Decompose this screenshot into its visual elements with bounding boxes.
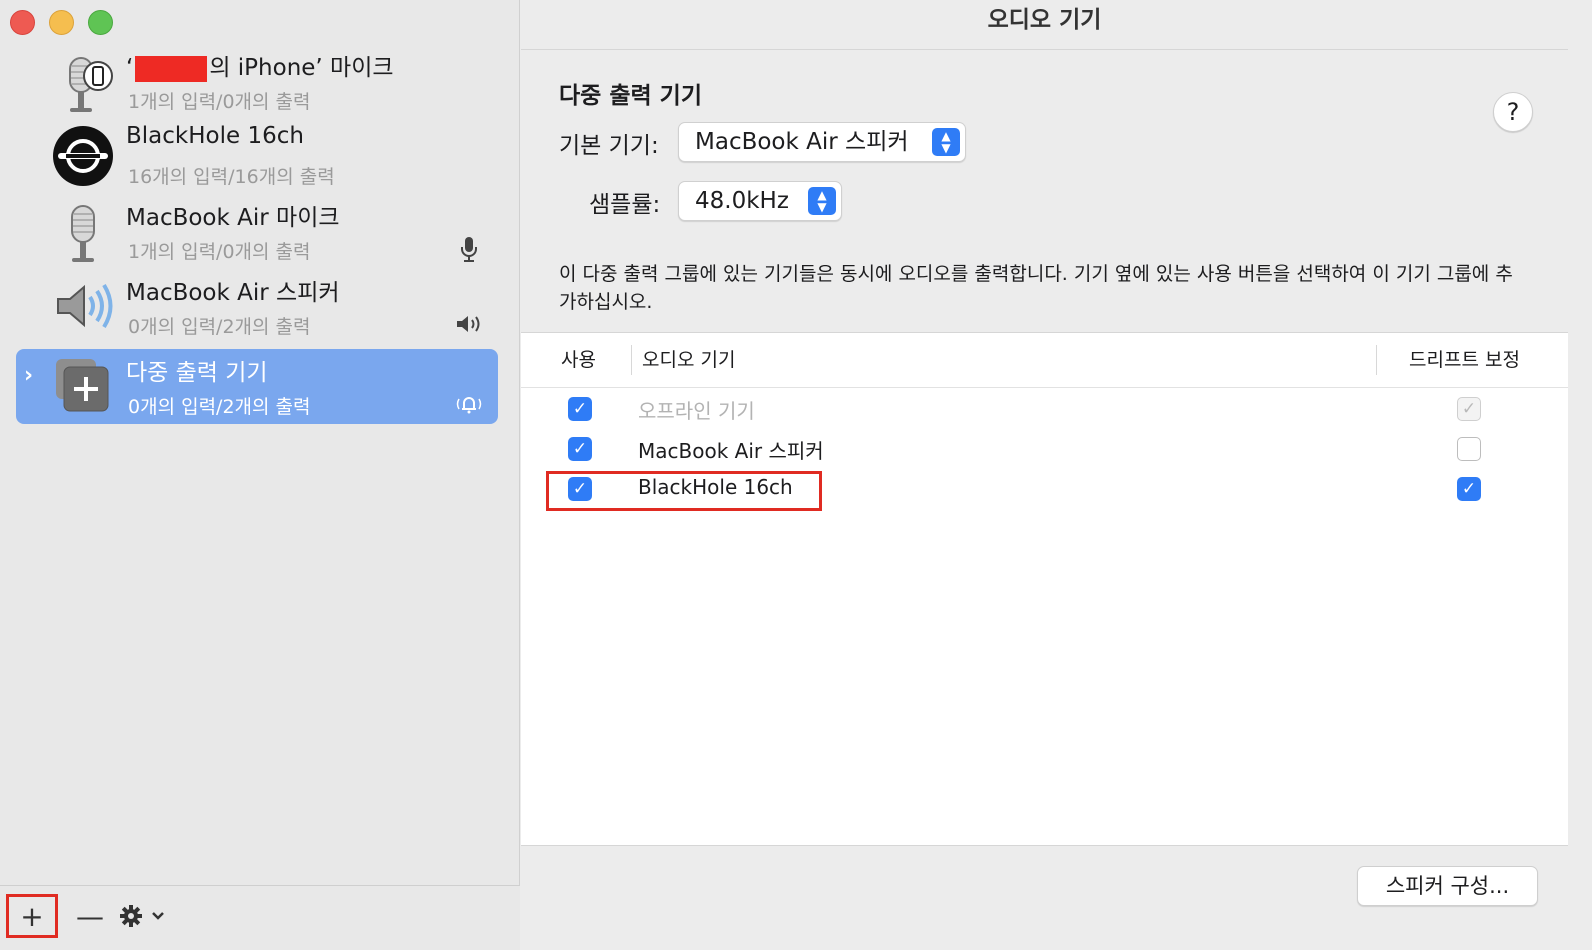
column-header-drift-correction[interactable]: 드리프트 보정 [1409, 345, 1520, 372]
speaker-icon [52, 275, 114, 337]
drift-checkbox: ✓ [1457, 397, 1481, 421]
sidebar-item-iphone-mic[interactable]: ‘ 의 iPhone’ 마이크 1개의 입력/0개의 출력 [16, 44, 498, 119]
configure-speakers-button[interactable]: 스피커 구성... [1357, 866, 1538, 906]
audio-midi-window: ‘ 의 iPhone’ 마이크 1개의 입력/0개의 출력 BlackHole 1… [0, 0, 1592, 950]
help-label: ? [1506, 98, 1520, 126]
help-button[interactable]: ? [1493, 92, 1533, 132]
action-menu-button[interactable] [114, 894, 174, 938]
use-checkbox[interactable]: ✓ [568, 437, 592, 461]
device-detail-pane: 오디오 기기 다중 출력 기기 ? 기본 기기: MacBook Air 스피커… [521, 0, 1592, 950]
table-row: ✓ 오프라인 기기 ✓ [521, 389, 1568, 429]
zoom-button[interactable] [88, 10, 113, 35]
device-name-prefix: ‘ [126, 55, 134, 81]
device-name: 다중 출력 기기 [126, 360, 268, 386]
configure-speakers-label: 스피커 구성... [1385, 874, 1510, 898]
table-row: ✓ MacBook Air 스피커 [521, 429, 1568, 469]
device-io-count: 1개의 입력/0개의 출력 [128, 91, 311, 113]
primary-device-popup[interactable]: MacBook Air 스피커 ▲ ▼ [678, 122, 966, 162]
device-name: MacBook Air 스피커 [126, 280, 340, 306]
drift-checkbox[interactable]: ✓ [1457, 477, 1481, 501]
close-button[interactable] [10, 10, 35, 35]
sidebar-toolbar: + — [0, 885, 520, 950]
disclosure-chevron-icon[interactable]: › [24, 363, 33, 388]
primary-device-value: MacBook Air 스피커 [695, 129, 909, 155]
drift-checkbox[interactable] [1457, 437, 1481, 461]
device-io-count: 0개의 입력/2개의 출력 [128, 316, 311, 338]
device-name: MacBook Air 마이크 [126, 205, 340, 231]
sample-rate-label: 샘플률: [589, 192, 661, 218]
column-header-device[interactable]: 오디오 기기 [642, 345, 735, 372]
redaction-box [135, 55, 208, 82]
column-separator [1376, 345, 1377, 375]
iphone-mic-icon [52, 50, 114, 112]
annotation-highlight-box [546, 471, 822, 511]
remove-device-button[interactable]: — [70, 894, 110, 938]
minimize-button[interactable] [49, 10, 74, 35]
device-io-count: 1개의 입력/0개의 출력 [128, 241, 311, 263]
mic-status-icon [454, 234, 484, 264]
multi-output-icon [52, 355, 114, 417]
column-header-use[interactable]: 사용 [561, 345, 596, 372]
device-name: BlackHole 16ch [126, 123, 304, 149]
bell-status-icon [454, 389, 484, 419]
add-device-button[interactable]: + [6, 894, 58, 938]
blackhole-icon [52, 125, 114, 187]
popup-arrows-icon: ▲ ▼ [932, 128, 960, 156]
device-name-suffix: 의 iPhone’ 마이크 [209, 55, 394, 81]
sample-rate-popup[interactable]: 48.0kHz ▲ ▼ [678, 181, 842, 221]
sidebar-item-multi-output[interactable]: › 다중 출력 기기 0개의 입력/2개의 출력 [16, 349, 498, 424]
row-device-name: MacBook Air 스피커 [638, 439, 824, 463]
add-label: + [20, 899, 44, 933]
sidebar-item-macbook-mic[interactable]: MacBook Air 마이크 1개의 입력/0개의 출력 [16, 194, 498, 269]
speaker-status-icon [454, 309, 484, 339]
remove-label: — [76, 899, 104, 933]
sample-rate-value: 48.0kHz [695, 188, 789, 214]
header-divider [521, 387, 1568, 388]
use-checkbox[interactable]: ✓ [568, 397, 592, 421]
chevron-down-icon [152, 912, 164, 920]
group-description: 이 다중 출력 그룹에 있는 기기들은 동시에 오디오를 출력합니다. 기기 옆… [559, 263, 1513, 313]
device-io-count: 16개의 입력/16개의 출력 [128, 166, 335, 188]
device-io-count: 0개의 입력/2개의 출력 [128, 396, 311, 418]
popup-arrows-icon: ▲ ▼ [808, 187, 836, 215]
row-device-name: 오프라인 기기 [638, 399, 755, 423]
subdevice-table: 사용 오디오 기기 드리프트 보정 ✓ 오프라인 기기 ✓ ✓ MacBook … [521, 332, 1568, 846]
window-controls [10, 10, 113, 35]
window-title: 오디오 기기 [521, 0, 1568, 50]
sidebar-item-macbook-speaker[interactable]: MacBook Air 스피커 0개의 입력/2개의 출력 [16, 269, 498, 344]
primary-device-label: 기본 기기: [559, 133, 659, 159]
column-separator [631, 345, 632, 375]
sidebar-item-blackhole[interactable]: BlackHole 16ch 16개의 입력/16개의 출력 [16, 119, 498, 194]
device-sidebar: ‘ 의 iPhone’ 마이크 1개의 입력/0개의 출력 BlackHole 1… [0, 0, 520, 950]
device-name: ‘ 의 iPhone’ 마이크 [126, 48, 394, 82]
microphone-icon [52, 200, 114, 262]
section-title: 다중 출력 기기 [559, 83, 702, 109]
gear-icon [120, 905, 164, 927]
